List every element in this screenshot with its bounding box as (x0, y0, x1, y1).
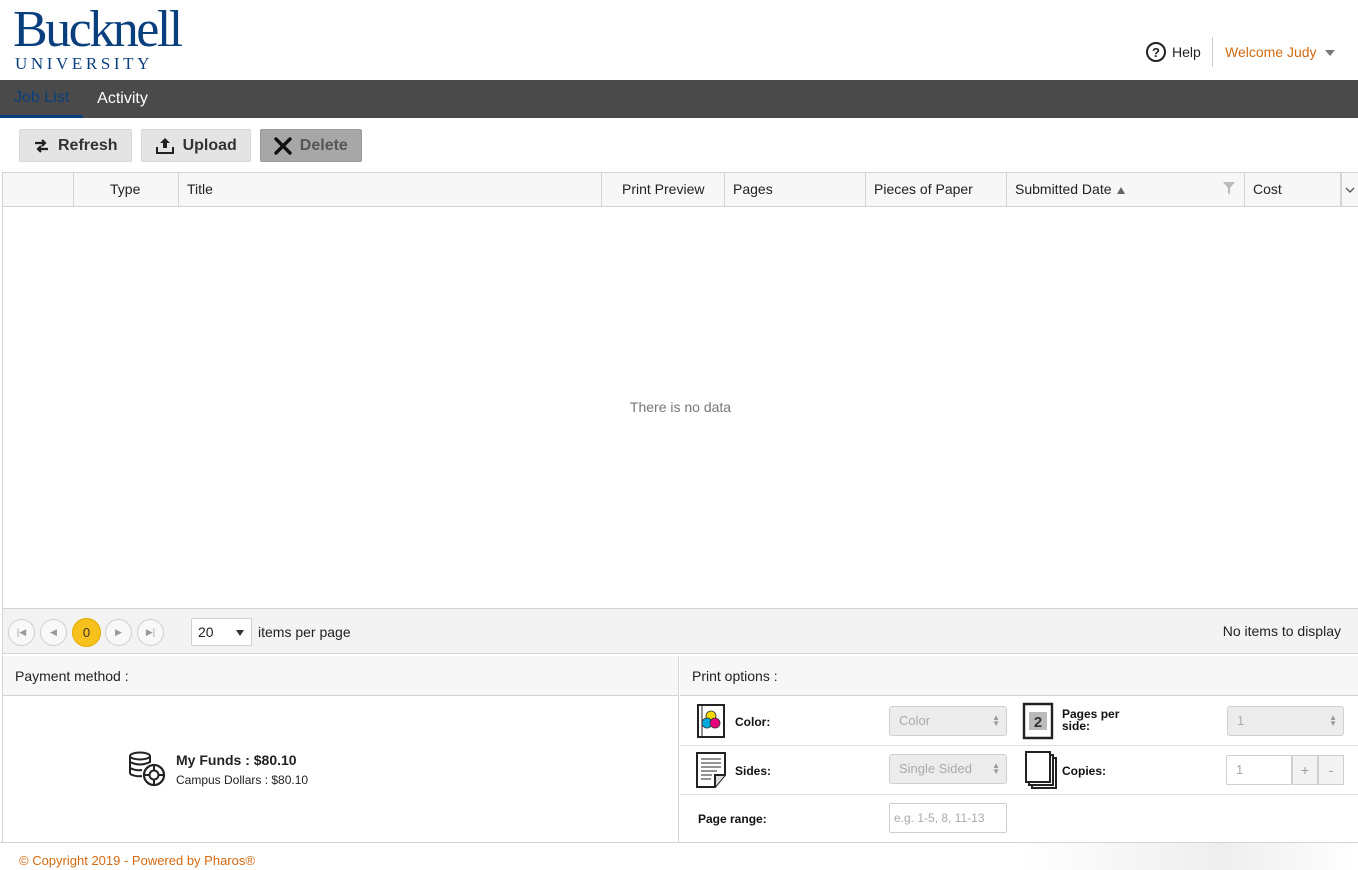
header: Bucknell UNIVERSITY ? Help Welcome Judy (0, 0, 1358, 80)
payment-title: Payment method : (3, 656, 678, 696)
options-row-page-range: Page range: e.g. 1-5, 8, 11-13 (680, 795, 1358, 844)
delete-button[interactable]: Delete (259, 129, 362, 162)
options-row-color: Color: Color ▲ ▼ 2 Pages per side: 1 ▲ ▼ (680, 697, 1358, 746)
refresh-button[interactable]: Refresh (19, 129, 132, 162)
next-page-button[interactable]: ▶ (105, 619, 132, 646)
delete-icon (274, 136, 292, 155)
upload-label: Upload (182, 136, 237, 154)
pages-per-side-select[interactable]: 1 ▲ ▼ (1227, 706, 1344, 736)
funds-text: My Funds : $80.10 Campus Dollars : $80.1… (176, 752, 308, 787)
page-range-label: Page range: (698, 812, 767, 826)
university-logo[interactable]: Bucknell UNIVERSITY (13, 1, 183, 73)
pages-per-side-icon-text: 2 (1034, 714, 1042, 731)
sort-asc-icon (1116, 186, 1125, 194)
page-size-select[interactable]: 20 (191, 618, 252, 646)
payment-panel: Payment method : My Funds : $80.10 Campu… (2, 656, 678, 842)
pager-info: No items to display (1222, 623, 1341, 639)
sides-icon (696, 752, 726, 788)
welcome-label: Welcome Judy (1225, 44, 1317, 60)
page-range-input[interactable]: e.g. 1-5, 8, 11-13 (889, 803, 1007, 833)
column-cost[interactable]: Cost (1245, 173, 1341, 206)
copies-increment-button[interactable]: + (1292, 755, 1318, 785)
page-size-label: items per page (258, 624, 351, 640)
column-title[interactable]: Title (179, 173, 602, 206)
no-data-message: There is no data (629, 399, 732, 415)
refresh-label: Refresh (58, 136, 118, 154)
delete-label: Delete (299, 136, 348, 154)
coins-icon (129, 751, 166, 787)
last-page-icon: ▶| (145, 627, 156, 637)
job-grid: Type Title Print Preview Pages Pieces of… (2, 172, 1358, 655)
pages-per-side-icon: 2 (1022, 702, 1054, 740)
campus-dollars-label: Campus Dollars : $80.10 (176, 772, 309, 787)
color-icon (697, 704, 725, 738)
grid-body: There is no data (3, 207, 1358, 609)
options-row-sides: Sides: Single Sided ▲ ▼ Copies: 1 + - (680, 746, 1358, 795)
funds-info: My Funds : $80.10 Campus Dollars : $80.1… (128, 751, 308, 787)
sides-select[interactable]: Single Sided ▲ ▼ (889, 754, 1007, 784)
filter-icon[interactable] (1223, 182, 1235, 195)
pager: |◀ ◀ 0 ▶ ▶| 20 items per page No items t… (3, 609, 1358, 654)
select-arrows-icon: ▲ ▼ (1329, 713, 1337, 728)
user-menu[interactable]: Welcome Judy (1225, 44, 1335, 60)
copies-icon (1025, 751, 1057, 789)
header-divider (1212, 37, 1213, 67)
current-page[interactable]: 0 (72, 618, 101, 647)
column-submitted-date[interactable]: Submitted Date (1007, 173, 1245, 206)
column-menu-icon (1345, 187, 1355, 193)
grid-header: Type Title Print Preview Pages Pieces of… (3, 172, 1358, 207)
submitted-date-label: Submitted Date (1015, 181, 1112, 197)
column-menu[interactable] (1341, 173, 1358, 206)
help-link[interactable]: ? Help (1146, 42, 1201, 62)
app: Bucknell UNIVERSITY ? Help Welcome Judy … (0, 0, 1358, 870)
last-page-button[interactable]: ▶| (137, 619, 164, 646)
first-page-icon: |◀ (16, 627, 27, 637)
caret-down-icon (1324, 50, 1335, 56)
copies-input[interactable]: 1 (1226, 755, 1292, 785)
print-options-panel: Print options : Color: Color ▲ ▼ 2 Pages … (680, 656, 1358, 842)
copies-label: Copies: (1062, 764, 1107, 778)
help-label: Help (1172, 44, 1201, 60)
my-funds-label: My Funds : $80.10 (176, 751, 297, 768)
logo-main-text: Bucknell (13, 1, 183, 58)
toolbar: Refresh Upload Delete (19, 129, 362, 162)
tab-activity[interactable]: Activity (83, 80, 162, 118)
page-size-value: 20 (198, 624, 214, 640)
pages-per-side-label: Pages per side: (1062, 707, 1120, 733)
tab-job-list[interactable]: Job List (0, 80, 84, 118)
next-page-icon: ▶ (115, 627, 122, 637)
print-options-title: Print options : (680, 656, 1358, 696)
first-page-button[interactable]: |◀ (8, 619, 35, 646)
upload-icon (155, 137, 174, 154)
sides-select-value: Single Sided (899, 761, 972, 776)
chevron-down-icon (236, 630, 244, 636)
column-type[interactable]: Type (74, 173, 179, 206)
help-icon: ? (1146, 42, 1166, 62)
logo-sub-text: UNIVERSITY (15, 54, 153, 73)
column-pages[interactable]: Pages (725, 173, 866, 206)
pages-per-side-value: 1 (1237, 713, 1245, 728)
column-pieces-of-paper[interactable]: Pieces of Paper (866, 173, 1007, 206)
refresh-icon (35, 138, 48, 153)
copies-decrement-button[interactable]: - (1318, 755, 1344, 785)
upload-button[interactable]: Upload (140, 129, 251, 162)
column-print-preview[interactable]: Print Preview (602, 173, 725, 206)
sides-label: Sides: (735, 764, 772, 778)
prev-page-icon: ◀ (50, 627, 57, 637)
column-select[interactable] (3, 173, 74, 206)
select-arrows-icon: ▲ ▼ (992, 713, 1000, 728)
copyright-text: © Copyright 2019 - Powered by Pharos® (19, 853, 255, 868)
footer: © Copyright 2019 - Powered by Pharos® (0, 842, 1358, 870)
panel-divider (678, 656, 679, 842)
color-select[interactable]: Color ▲ ▼ (889, 706, 1007, 736)
select-arrows-icon: ▲ ▼ (992, 761, 1000, 776)
color-label: Color: (735, 715, 771, 729)
color-select-value: Color (899, 713, 931, 728)
prev-page-button[interactable]: ◀ (40, 619, 67, 646)
main-nav: Job List Activity (0, 80, 1358, 118)
